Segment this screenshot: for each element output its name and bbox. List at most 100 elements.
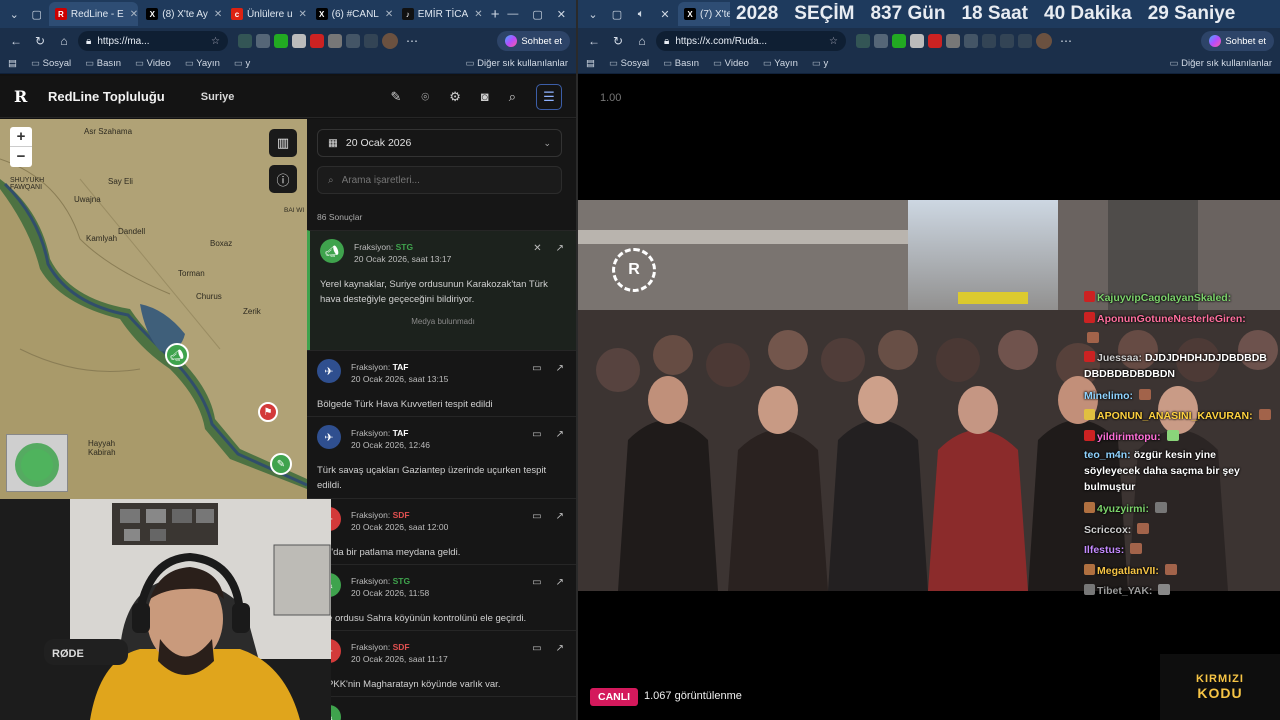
event-card[interactable]: ✈ Fraksiyon: TAF 20 Ocak 2026, 12:46 ▭ ↗… [307,416,576,498]
profile-avatar[interactable] [382,33,398,49]
external-link-icon[interactable]: ↗ [556,363,564,374]
bookmark-sosyal[interactable]: Sosyal [31,58,72,69]
date-picker[interactable]: ▦ 20 Ocak 2026 ⌄ [317,129,562,157]
extension-icon[interactable] [328,34,342,48]
new-tab-icon[interactable]: + [485,3,505,25]
external-link-icon[interactable]: ↗ [556,511,564,522]
back-arrow-icon[interactable]: ← [6,34,26,48]
split-screen-icon[interactable] [364,34,378,48]
extension-icon[interactable] [856,34,870,48]
refresh-icon[interactable]: ↻ [30,34,50,48]
sound-tab-icon[interactable]: 🔈︎ [630,3,652,25]
bookmark-sosyal[interactable]: Sosyal [609,58,650,69]
heart-icon[interactable] [1018,34,1032,48]
close-icon[interactable]: ✕ [474,9,482,20]
close-icon[interactable]: ✕ [214,9,222,20]
tab-tiktok[interactable]: ♪ EMİR TİCA ✕ [396,2,483,26]
info-icon[interactable]: ⓘ [269,165,297,193]
gear-icon[interactable]: ⚙ [449,89,461,105]
extension-icon[interactable] [964,34,978,48]
event-card[interactable]: ✦ Fraksiyon: SDF 20 Ocak 2026, saat 11:1… [307,630,576,696]
external-link-icon[interactable]: ↗ [556,643,564,654]
tab-x-1[interactable]: X (8) X'te Ay ✕ [140,2,223,26]
bookmark-yayin[interactable]: Yayın [763,58,798,69]
bookmark-y[interactable]: y [812,58,828,69]
workspaces-icon[interactable]: ▢ [606,3,628,25]
extension-icon[interactable] [292,34,306,48]
map-layers-icon[interactable]: ▥ [269,129,297,157]
home-icon[interactable]: ⌂ [632,34,652,48]
workspaces-icon[interactable]: ▢ [26,3,46,25]
zoom-in-button[interactable]: + [10,127,32,147]
video-icon[interactable]: ▭ [532,363,541,374]
stg-marker-icon[interactable]: 📣︎ [165,343,189,367]
maximize-icon[interactable]: ▢ [532,8,542,21]
hamburger-menu-icon[interactable]: ☰ [536,83,562,110]
bookmark-video[interactable]: Video [135,58,171,69]
video-icon[interactable]: ▭ [532,429,541,440]
camera-icon[interactable]: ◙ [481,89,489,104]
search-icon[interactable]: ⌕ [509,89,516,105]
other-bookmarks[interactable]: Diğer sık kullanılanlar [466,58,568,69]
extension-icon[interactable] [892,34,906,48]
tab-redline[interactable]: R RedLine - E ✕ [48,2,139,26]
playback-speed[interactable]: 1.00 [600,92,621,104]
close-icon[interactable]: ✕ [385,9,393,20]
url-field[interactable]: 🔒︎ https://ma... ☆ [78,31,228,51]
close-icon[interactable]: ✕ [130,9,138,20]
more-icon[interactable]: ⋯ [402,34,422,48]
bookmark-basin[interactable]: Basın [85,58,121,69]
event-card[interactable]: 📣︎ Fraksiyon: STG 20 Ocak 2026, saat 13:… [307,230,576,350]
tab-x-right[interactable]: X (7) X'te [678,2,738,26]
extension-icon[interactable] [910,34,924,48]
event-card[interactable]: ✎ [307,696,576,720]
minimize-icon[interactable]: — [507,8,518,21]
extension-icon[interactable] [346,34,360,48]
event-card[interactable]: ✎ Fraksiyon: STG 20 Ocak 2026, 11:58 ▭ ↗… [307,564,576,630]
bookmark-basin[interactable]: Basın [663,58,699,69]
bookmark-yayin[interactable]: Yayın [185,58,220,69]
close-icon[interactable]: ✕ [654,3,676,25]
close-icon[interactable]: ✕ [533,243,541,254]
draw-icon[interactable]: ✎ [390,89,401,105]
sdf-flag-marker-icon[interactable]: ⚑ [258,402,278,422]
minimap[interactable] [6,434,68,492]
copilot-button[interactable]: Sohbet et [497,31,570,51]
favorite-star-icon[interactable]: ☆ [211,36,220,47]
conflict-map[interactable]: + − ▥ ⓘ Asr Szahama SHUYUKH FAWQANI Say … [0,119,307,499]
copilot-button[interactable]: Sohbet et [1201,31,1274,51]
more-icon[interactable]: ⋯ [1056,34,1076,48]
close-window-icon[interactable]: ✕ [557,8,566,21]
home-icon[interactable]: ⌂ [54,34,74,48]
event-card[interactable]: ✦ Fraksiyon: SDF 20 Ocak 2026, saat 12:0… [307,498,576,564]
refresh-icon[interactable]: ↻ [608,34,628,48]
bookmark-panel-icon[interactable]: ▤ [8,58,17,69]
tab-news[interactable]: c Ünlülere u ✕ [225,2,308,26]
bookmark-y[interactable]: y [234,58,250,69]
extension-icon[interactable] [874,34,888,48]
external-link-icon[interactable]: ↗ [556,429,564,440]
search-input[interactable] [341,174,542,186]
extension-icon[interactable] [946,34,960,48]
profile-avatar[interactable] [1036,33,1052,49]
stg-marker-icon[interactable]: ✎ [270,453,292,475]
video-icon[interactable]: ▭ [532,643,541,654]
url-field[interactable]: 🔒︎ https://x.com/Ruda... ☆ [656,31,846,51]
location-pin-icon[interactable]: ⌾ [421,89,429,105]
video-icon[interactable]: ▭ [532,511,541,522]
external-link-icon[interactable]: ↗ [556,577,564,588]
zoom-out-button[interactable]: − [10,147,32,167]
extension-icon[interactable] [310,34,324,48]
region-selector[interactable]: Suriye [201,91,235,103]
video-icon[interactable]: ▭ [532,577,541,588]
extension-icon[interactable] [274,34,288,48]
close-icon[interactable]: ✕ [299,9,307,20]
extension-icon[interactable] [238,34,252,48]
favorite-star-icon[interactable]: ☆ [829,36,838,47]
back-arrow-icon[interactable]: ← [584,34,604,48]
tab-actions-icon[interactable]: ⌄ [4,3,24,25]
other-bookmarks[interactable]: Diğer sık kullanılanlar [1170,58,1272,69]
app-logo[interactable]: R [14,87,40,106]
extension-icon[interactable] [928,34,942,48]
favorites-icon[interactable] [1000,34,1014,48]
